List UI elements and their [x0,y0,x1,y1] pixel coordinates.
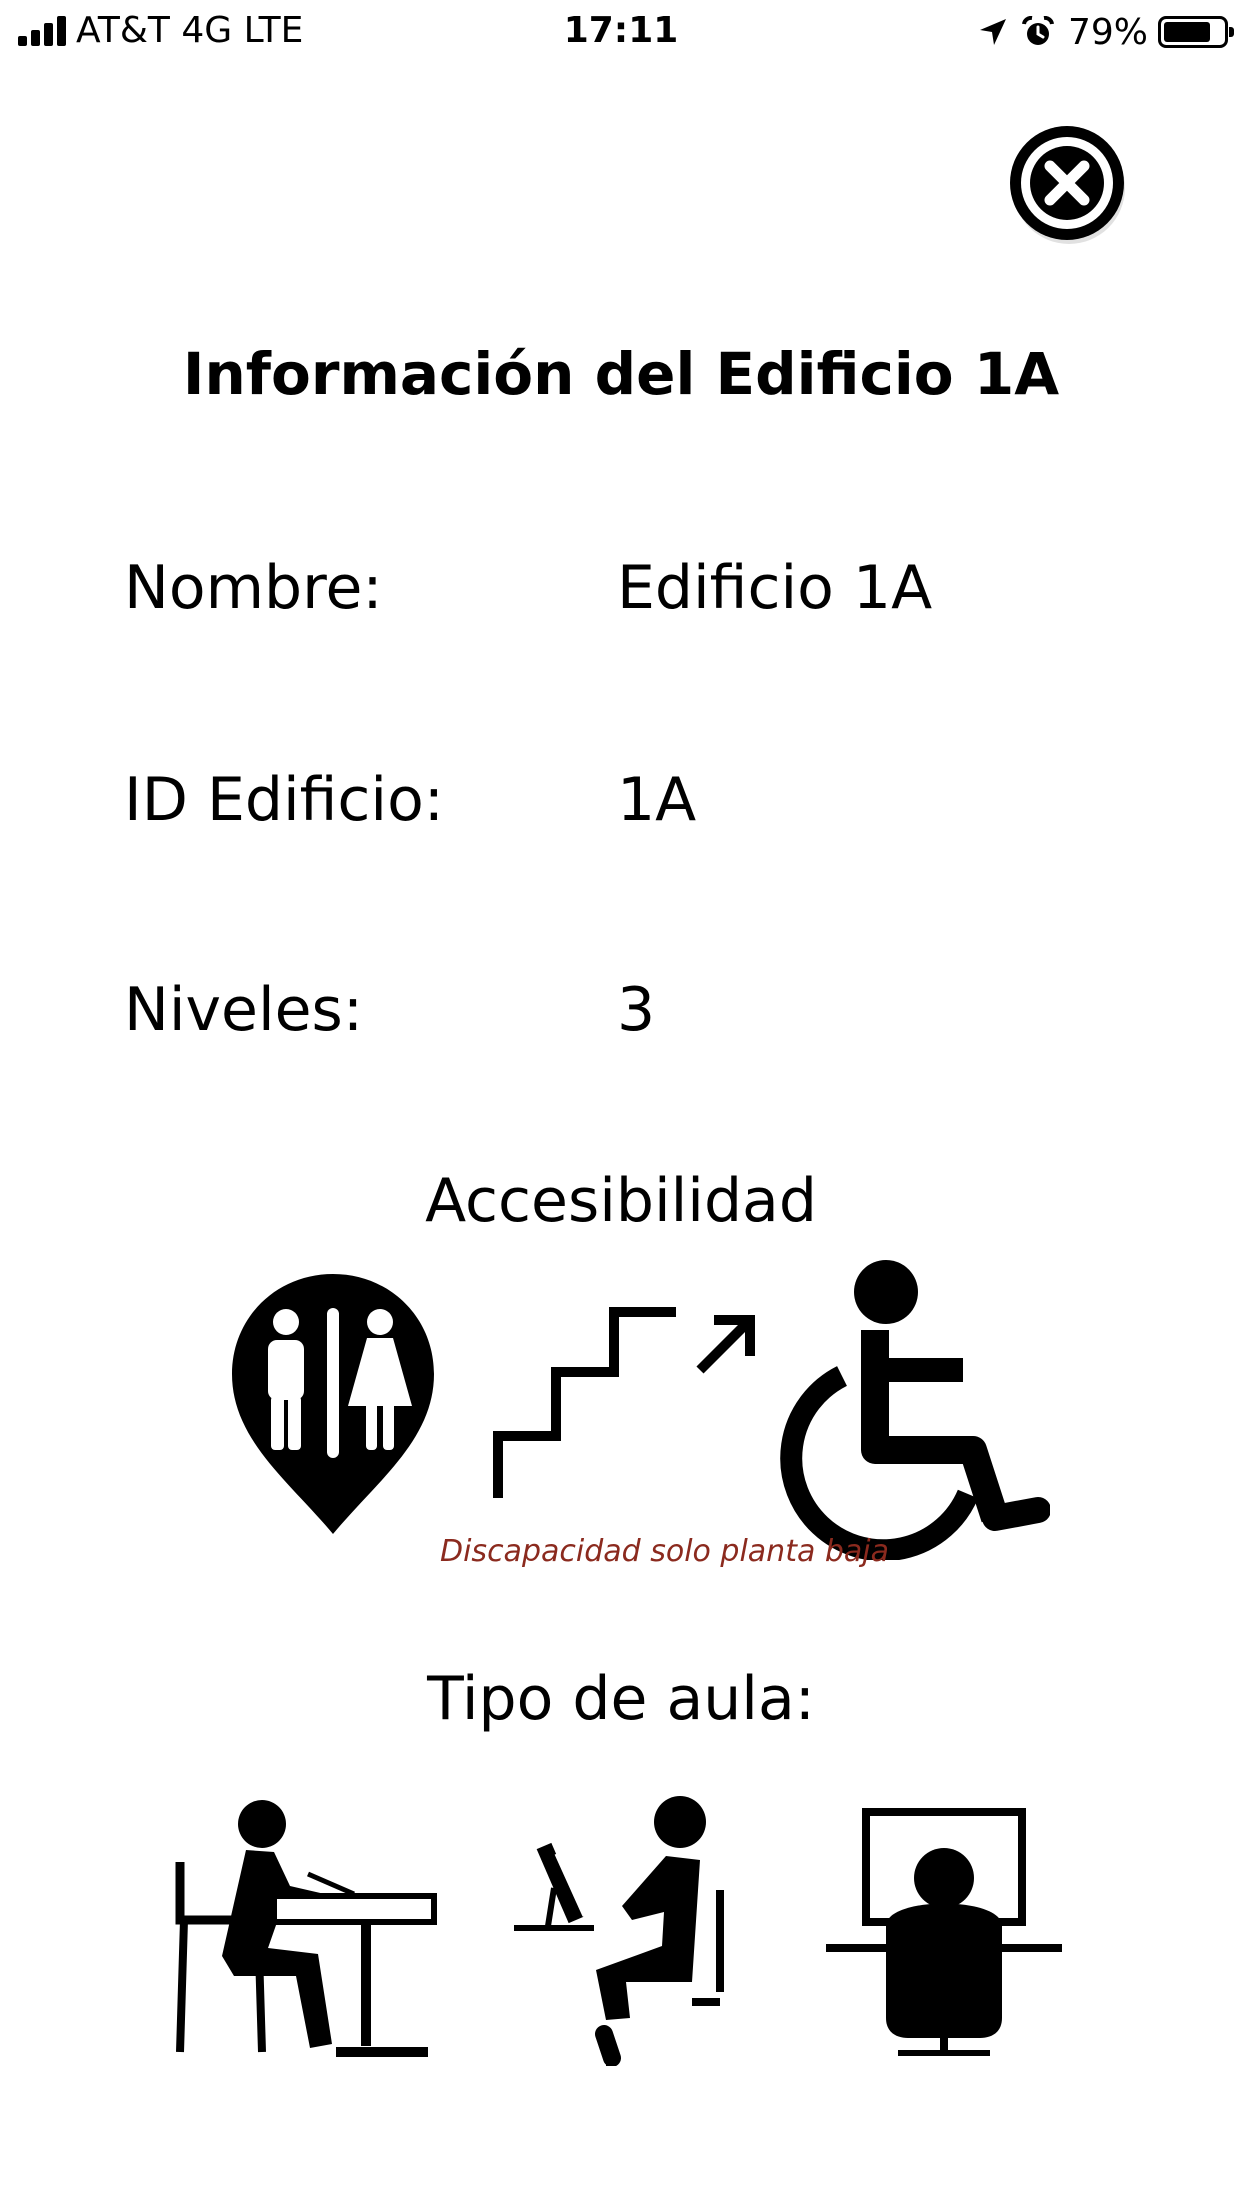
desktop-workstation-icon [826,1808,1062,2056]
close-button[interactable] [1002,118,1136,252]
battery-fill [1164,22,1210,42]
wheelchair-icon [780,1260,1050,1560]
levels-value: 3 [617,975,656,1045]
battery-icon [1158,16,1234,48]
status-bar: AT&T 4G LTE 17:11 79% [0,0,1242,60]
stairs-up-icon [493,1307,755,1498]
alarm-clock-icon [1022,16,1054,45]
name-value: Edificio 1A [617,553,933,623]
status-right: 79% [978,10,1234,54]
building-id-label: ID Edificio: [124,765,445,835]
location-arrow-icon [979,19,1006,45]
page-title: Información del Edificio 1A [182,340,1060,408]
accessibility-note: Discapacidad solo planta baja [440,1534,890,1569]
name-label: Nombre: [124,553,383,623]
accessibility-title: Accesibilidad [425,1166,817,1236]
classroom-type-title: Tipo de aula: [427,1664,815,1734]
student-desk-icon [175,1800,437,2057]
building-id-value: 1A [617,765,697,835]
battery-percentage: 79% [1067,11,1148,53]
computer-lab-icon [514,1796,724,2066]
levels-label: Niveles: [124,975,364,1045]
restroom-pin-icon [232,1274,434,1534]
